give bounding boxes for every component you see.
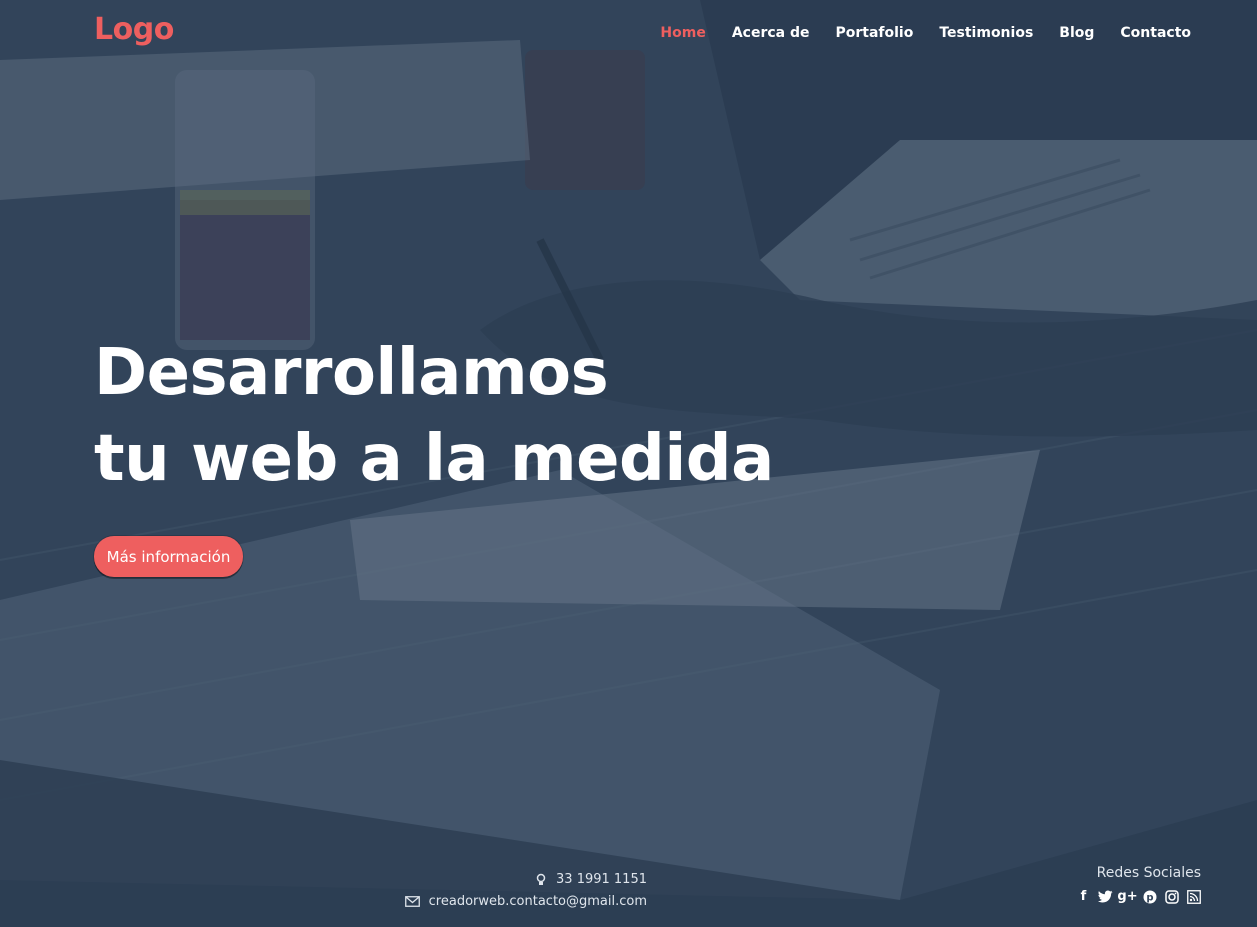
phone-icon [535, 873, 547, 886]
contact-email-row: creadorweb.contacto@gmail.com [404, 890, 647, 912]
instagram-icon[interactable] [1164, 889, 1179, 904]
logo[interactable]: Logo [94, 12, 174, 47]
more-info-button[interactable]: Más información [94, 536, 243, 577]
hero-headline-line2: tu web a la medida [94, 422, 774, 496]
nav-item-contacto[interactable]: Contacto [1120, 25, 1191, 41]
main-nav: Home Acerca de Portafolio Testimonios Bl… [660, 25, 1191, 41]
contact-email[interactable]: creadorweb.contacto@gmail.com [429, 894, 647, 909]
hero-headline-line1: Desarrollamos [94, 336, 609, 410]
social-links: Redes Sociales f g+ p [1076, 865, 1201, 904]
twitter-icon[interactable] [1098, 889, 1113, 904]
nav-item-blog[interactable]: Blog [1059, 25, 1094, 41]
social-icons: f g+ p [1076, 889, 1201, 904]
social-title: Redes Sociales [1096, 865, 1201, 881]
nav-item-home[interactable]: Home [660, 25, 705, 41]
facebook-icon[interactable]: f [1076, 889, 1091, 904]
contact-phone-row: 33 1991 1151 [405, 868, 647, 890]
google-plus-icon[interactable]: g+ [1117, 889, 1137, 904]
rss-icon[interactable] [1186, 889, 1201, 904]
nav-item-testimonios[interactable]: Testimonios [939, 25, 1033, 41]
contact-phone: 33 1991 1151 [556, 871, 647, 887]
envelope-icon [404, 895, 420, 907]
nav-item-acerca-de[interactable]: Acerca de [732, 25, 810, 41]
nav-item-portafolio[interactable]: Portafolio [835, 25, 913, 41]
hero-headline: Desarrollamos tu web a la medida [94, 330, 774, 502]
contact-info: 33 1991 1151 creadorweb.contacto@gmail.c… [404, 868, 647, 912]
pinterest-icon[interactable]: p [1142, 889, 1157, 904]
hero-section: Logo Home Acerca de Portafolio Testimoni… [0, 0, 1257, 927]
svg-text:p: p [1146, 892, 1153, 903]
